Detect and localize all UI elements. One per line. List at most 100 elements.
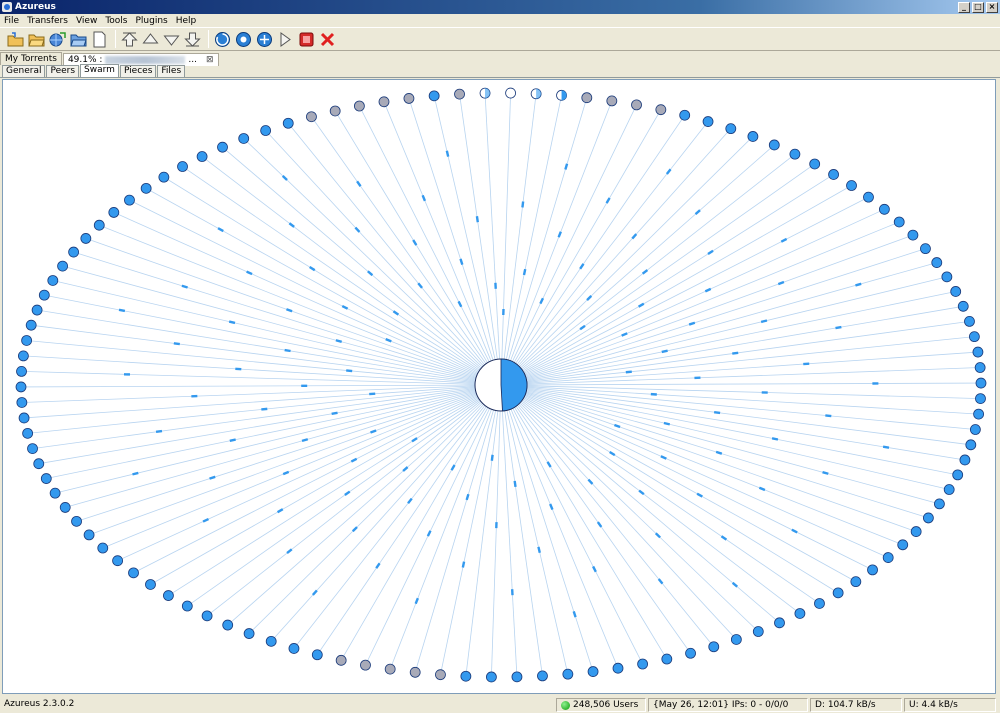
peer-node[interactable]	[21, 335, 33, 346]
peer-node[interactable]	[38, 289, 50, 301]
peer-node[interactable]	[335, 654, 347, 666]
peer-node[interactable]	[631, 99, 642, 111]
peer-node[interactable]	[893, 216, 905, 228]
publish-button[interactable]	[276, 30, 295, 49]
peer-node[interactable]	[679, 109, 691, 121]
peer-node[interactable]	[17, 350, 29, 362]
peer-node[interactable]	[196, 151, 208, 162]
peer-node[interactable]	[846, 180, 857, 191]
maximize-button[interactable]: □	[972, 1, 984, 13]
tab-swarm[interactable]: Swarm	[80, 64, 119, 77]
peer-node[interactable]	[702, 116, 714, 127]
peer-node[interactable]	[112, 555, 124, 567]
peer-node[interactable]	[774, 617, 785, 629]
peer-node[interactable]	[409, 666, 421, 678]
peer-node[interactable]	[964, 315, 975, 327]
menu-file[interactable]: File	[4, 16, 24, 26]
peer-node[interactable]	[934, 498, 945, 510]
peer-node[interactable]	[108, 207, 120, 218]
menu-help[interactable]: Help	[176, 16, 202, 26]
peer-node[interactable]	[910, 526, 922, 537]
peer-node[interactable]	[952, 469, 964, 481]
peer-node[interactable]	[145, 579, 156, 590]
tab-pieces[interactable]: Pieces	[119, 65, 157, 77]
swarm-view[interactable]	[2, 79, 996, 694]
peer-node[interactable]	[959, 454, 971, 466]
peer-node[interactable]	[124, 194, 135, 206]
peer-node[interactable]	[18, 412, 30, 424]
peer-node[interactable]	[428, 90, 440, 102]
peer-node[interactable]	[33, 458, 45, 470]
peer-node[interactable]	[882, 552, 894, 563]
peer-node[interactable]	[360, 659, 371, 671]
minimize-button[interactable]: _	[958, 1, 970, 13]
open-folder-blue-button[interactable]	[69, 30, 88, 49]
download-speed[interactable]: D: 104.7 kB/s	[810, 698, 902, 712]
peer-node[interactable]	[16, 365, 27, 377]
peer-node[interactable]	[353, 100, 365, 112]
peer-node[interactable]	[832, 587, 844, 599]
peer-node[interactable]	[943, 484, 955, 495]
peer-node[interactable]	[163, 590, 174, 601]
peer-node[interactable]	[511, 671, 523, 683]
peer-node[interactable]	[768, 139, 780, 151]
peer-node[interactable]	[505, 87, 516, 99]
peer-node[interactable]	[973, 408, 985, 420]
peer-node[interactable]	[47, 275, 59, 286]
peer-node[interactable]	[460, 670, 472, 682]
peer-node[interactable]	[16, 397, 28, 408]
move-top-button[interactable]	[120, 30, 139, 49]
peer-node[interactable]	[68, 246, 80, 258]
peer-node[interactable]	[969, 424, 981, 435]
peer-node[interactable]	[878, 203, 890, 215]
peer-node[interactable]	[222, 619, 234, 631]
host-button[interactable]	[255, 30, 274, 49]
peer-node[interactable]	[282, 117, 294, 129]
peer-node[interactable]	[637, 658, 649, 670]
start-button[interactable]	[234, 30, 253, 49]
peer-node[interactable]	[15, 381, 27, 393]
peer-node[interactable]	[814, 598, 825, 609]
peer-node[interactable]	[22, 427, 34, 439]
peer-node[interactable]	[306, 111, 317, 123]
peer-node[interactable]	[40, 473, 52, 484]
peer-node[interactable]	[329, 105, 341, 117]
peer-node[interactable]	[789, 148, 801, 160]
local-client-node[interactable]	[474, 358, 528, 412]
peer-node[interactable]	[950, 286, 962, 297]
peer-node[interactable]	[828, 169, 839, 180]
peer-node[interactable]	[661, 653, 673, 665]
remove-button[interactable]	[318, 30, 337, 49]
peer-node[interactable]	[612, 662, 624, 674]
swarm-canvas[interactable]	[3, 80, 996, 694]
peer-node[interactable]	[957, 300, 969, 312]
peer-node[interactable]	[867, 564, 878, 576]
peer-node[interactable]	[140, 182, 152, 194]
peer-node[interactable]	[158, 171, 170, 183]
stop-button[interactable]	[297, 30, 316, 49]
peer-node[interactable]	[217, 141, 228, 153]
menu-view[interactable]: View	[76, 16, 102, 26]
tab-peers[interactable]: Peers	[46, 65, 80, 77]
peer-node[interactable]	[27, 443, 38, 455]
move-up-button[interactable]	[141, 30, 160, 49]
peer-node[interactable]	[809, 158, 821, 170]
peer-node[interactable]	[972, 346, 984, 358]
peer-node[interactable]	[920, 243, 931, 255]
open-torrent-button[interactable]	[6, 30, 25, 49]
peer-node[interactable]	[80, 233, 92, 244]
dht-users-status[interactable]: 248,506 Users	[556, 698, 646, 712]
menu-tools[interactable]: Tools	[105, 16, 132, 26]
move-bottom-button[interactable]	[183, 30, 202, 49]
peer-node[interactable]	[435, 669, 446, 681]
move-down-button[interactable]	[162, 30, 181, 49]
peer-node[interactable]	[968, 331, 980, 343]
peer-node[interactable]	[378, 96, 390, 108]
peer-node[interactable]	[931, 257, 943, 268]
peer-node[interactable]	[311, 649, 323, 661]
peer-node[interactable]	[128, 567, 139, 579]
peer-node[interactable]	[941, 271, 953, 283]
peer-node[interactable]	[288, 643, 300, 654]
peer-node[interactable]	[486, 671, 497, 683]
peer-node[interactable]	[907, 229, 919, 241]
